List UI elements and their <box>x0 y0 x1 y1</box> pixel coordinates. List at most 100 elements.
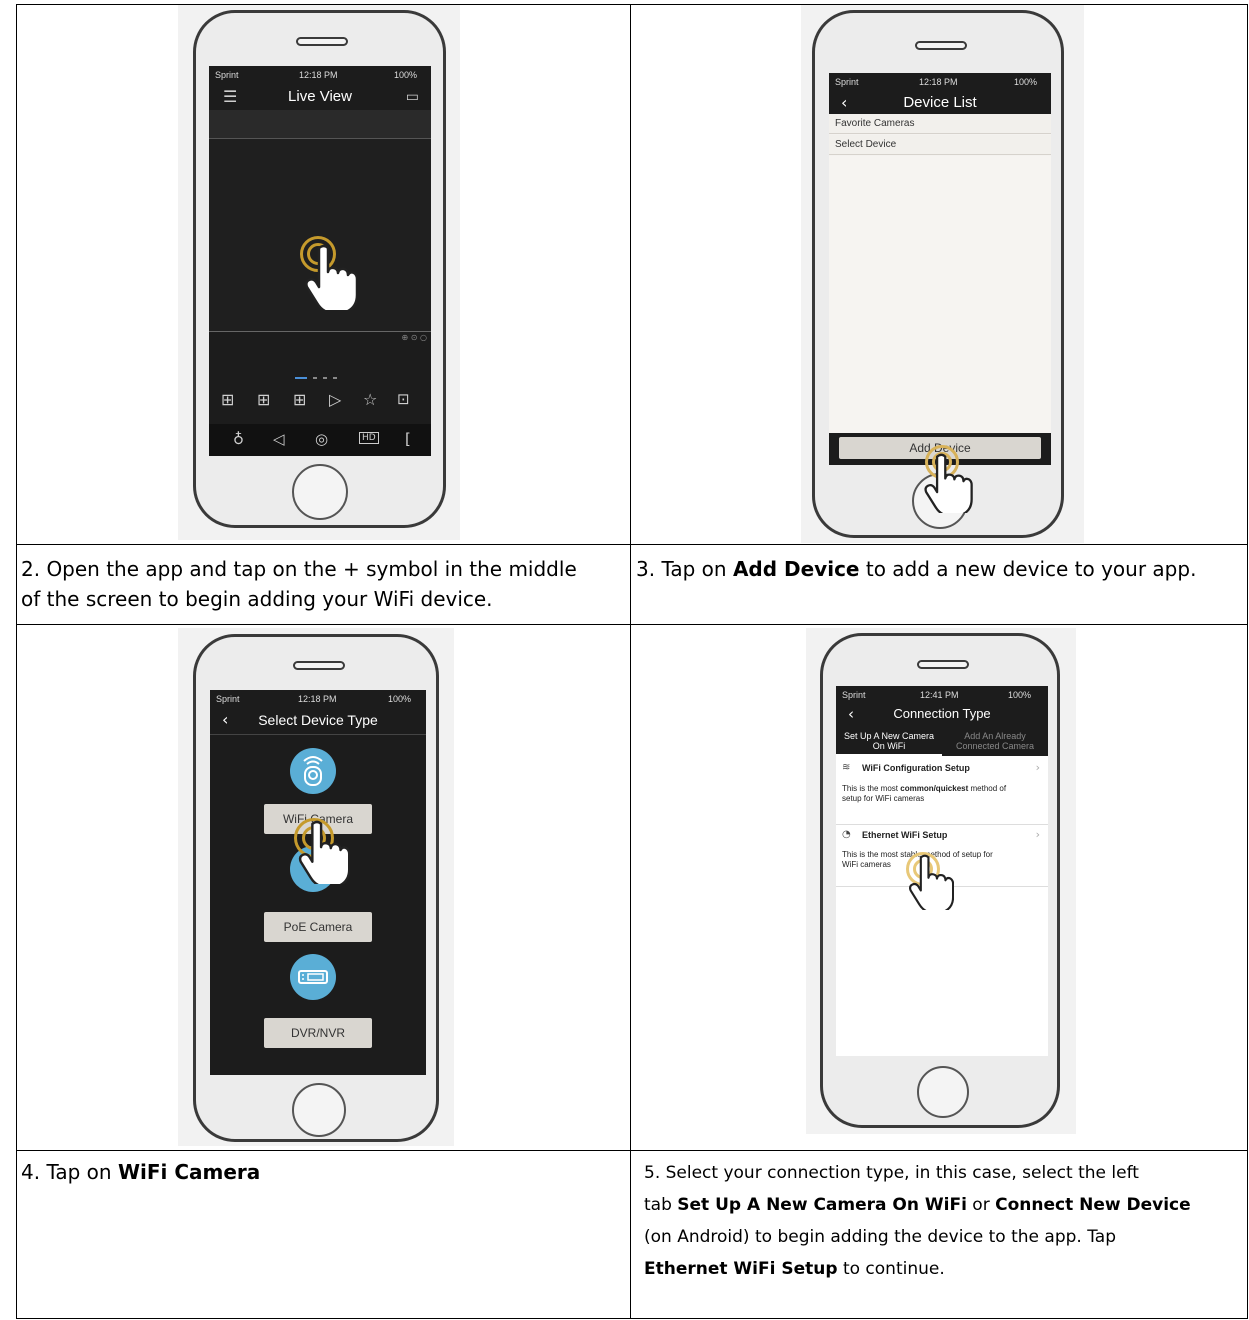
tab-set-up-new-camera[interactable]: Set Up A New Camera On WiFi <box>836 728 942 756</box>
nav-bar: Live View ☰ ▭ <box>209 84 431 110</box>
home-button <box>292 1083 346 1137</box>
page-dots <box>295 377 345 381</box>
nav-bar: Select Device Type ‹ <box>210 707 426 733</box>
device-list-screen: Sprint 12:18 PM 100% Device List ‹ Favor… <box>829 73 1051 465</box>
bottom-toolbar: ♁ ◁ ◎ HD [ <box>209 424 431 456</box>
live-view-screen: Sprint 12:18 PM 100% Live View ☰ ▭ ⊕ ⊙ ○… <box>209 66 431 456</box>
table-border-right <box>1247 4 1248 1319</box>
phone-speaker <box>917 660 969 669</box>
phone-speaker <box>915 41 967 50</box>
page-title: Device List <box>903 94 977 111</box>
row-divider <box>16 1150 1248 1151</box>
carrier-label: Sprint <box>835 77 859 87</box>
wifi-icon: ≋ <box>842 762 851 773</box>
hd-icon[interactable]: HD <box>359 432 379 444</box>
back-chevron-icon[interactable]: ‹ <box>841 90 847 116</box>
battery-label: 100% <box>1014 77 1038 87</box>
back-chevron-icon[interactable]: ‹ <box>848 702 854 726</box>
option-description: This is the most common/quickest method … <box>842 784 1006 804</box>
tab-add-connected-camera[interactable]: Add An Already Connected Camera <box>942 728 1048 756</box>
table-border-bottom <box>16 1318 1248 1319</box>
caption-bold: Set Up A New Camera On WiFi <box>677 1195 967 1215</box>
step-2-caption: 2. Open the app and tap on the + symbol … <box>21 554 627 614</box>
chevron-right-icon: › <box>1035 828 1040 841</box>
carrier-label: Sprint <box>215 70 239 80</box>
caption-line: 2. Open the app and tap on the + symbol … <box>21 557 577 581</box>
menu-icon[interactable]: ☰ <box>223 84 237 110</box>
battery-label: 100% <box>1008 690 1032 700</box>
select-device-screen: Sprint 12:18 PM 100% Select Device Type … <box>210 690 426 1075</box>
back-chevron-icon[interactable]: ‹ <box>222 707 228 733</box>
carrier-label: Sprint <box>842 690 866 700</box>
header-divider <box>210 734 426 735</box>
carrier-label: Sprint <box>216 694 240 704</box>
desc-text: This is the most <box>842 784 901 793</box>
phone-device-list: Sprint 12:18 PM 100% Device List ‹ Favor… <box>812 10 1064 538</box>
ethernet-wifi-icon: ◔ <box>842 829 851 840</box>
snapshot-icon[interactable]: ⊡ <box>397 390 410 408</box>
option-title: Ethernet WiFi Setup <box>862 830 948 840</box>
pointing-hand-icon <box>298 820 350 884</box>
time-label: 12:18 PM <box>299 70 338 80</box>
page-title: Live View <box>288 88 352 105</box>
phone-speaker <box>293 661 345 670</box>
page-title: Connection Type <box>893 706 991 721</box>
list-item[interactable]: Favorite Cameras <box>829 114 1051 134</box>
list-item[interactable]: Select Device <box>829 135 1051 155</box>
home-button <box>917 1066 969 1118</box>
caption-line: of the screen to begin adding your WiFi … <box>21 587 493 611</box>
table-border-left <box>16 4 17 1319</box>
caption-line: 5. Select your connection type, in this … <box>644 1163 1139 1183</box>
status-bar: Sprint 12:18 PM 100% <box>829 73 1051 91</box>
tab-label: On WiFi <box>872 741 906 751</box>
chevron-right-icon: › <box>1035 761 1040 774</box>
grid-4-icon[interactable]: ⊞ <box>257 390 270 409</box>
play-icon[interactable]: ▷ <box>329 390 341 409</box>
desc-text: WiFi cameras <box>842 860 891 869</box>
status-bar: Sprint 12:18 PM 100% <box>210 690 426 708</box>
caption-text: tab <box>644 1195 678 1215</box>
microphone-icon[interactable]: ♁ <box>233 430 244 448</box>
star-icon[interactable]: ☆ <box>363 390 377 409</box>
speaker-icon[interactable]: ◁ <box>273 430 285 448</box>
playback-indicators: ⊕ ⊙ ○ <box>401 333 427 342</box>
page-title: Select Device Type <box>258 712 378 728</box>
status-bar: Sprint 12:18 PM 100% <box>209 66 431 84</box>
battery-label: 100% <box>388 694 412 704</box>
more-icon[interactable]: [ <box>405 430 411 448</box>
step-5-caption: 5. Select your connection type, in this … <box>644 1157 1244 1285</box>
desc-bold: common/quickest <box>900 784 969 793</box>
ptz-icon[interactable]: ◎ <box>315 430 328 448</box>
caption-line: tab Set Up A New Camera On WiFi or Conne… <box>644 1189 1244 1221</box>
step-3-caption: 3. Tap on Add Device to add a new device… <box>636 554 1246 584</box>
connection-type-screen: Sprint 12:41 PM 100% Connection Type ‹ S… <box>836 686 1048 1056</box>
row-divider <box>16 544 1248 545</box>
battery-label: 100% <box>394 70 418 80</box>
grid-1-icon[interactable]: ⊞ <box>221 390 234 409</box>
caption-text: 3. Tap on <box>636 557 733 581</box>
wifi-camera-icon <box>290 748 336 794</box>
time-label: 12:18 PM <box>298 694 337 704</box>
toolbar-strip <box>209 110 431 139</box>
phone-select-device: Sprint 12:18 PM 100% Select Device Type … <box>193 634 439 1142</box>
poe-camera-button[interactable]: PoE Camera <box>264 912 372 942</box>
grid-9-icon[interactable]: ⊞ <box>293 390 306 409</box>
pointing-hand-icon <box>305 244 357 310</box>
wifi-configuration-option[interactable]: ≋ WiFi Configuration Setup › This is the… <box>836 758 1048 825</box>
desc-text: setup for WiFi cameras <box>842 794 925 803</box>
phone-live-view: Sprint 12:18 PM 100% Live View ☰ ▭ ⊕ ⊙ ○… <box>193 10 446 528</box>
step-4-caption: 4. Tap on WiFi Camera <box>21 1157 621 1187</box>
caption-line: (on Android) to begin adding the device … <box>644 1227 1116 1247</box>
caption-bold: Ethernet WiFi Setup <box>644 1259 838 1279</box>
tab-label: Set Up A New Camera <box>843 731 935 741</box>
pointing-hand-icon <box>909 854 954 910</box>
time-label: 12:41 PM <box>920 690 959 700</box>
caption-line: Ethernet WiFi Setup to continue. <box>644 1253 1244 1285</box>
phone-connection-type: Sprint 12:41 PM 100% Connection Type ‹ S… <box>820 633 1060 1128</box>
control-row: ⊞ ⊞ ⊞ ▷ ☆ ⊡ <box>209 390 431 418</box>
layout-icon[interactable]: ▭ <box>406 84 419 110</box>
caption-bold: Connect New Device <box>995 1195 1191 1215</box>
dvr-nvr-button[interactable]: DVR/NVR <box>264 1018 372 1048</box>
list-empty-area <box>829 156 1051 436</box>
tab-label: Add An Already <box>964 731 1026 741</box>
